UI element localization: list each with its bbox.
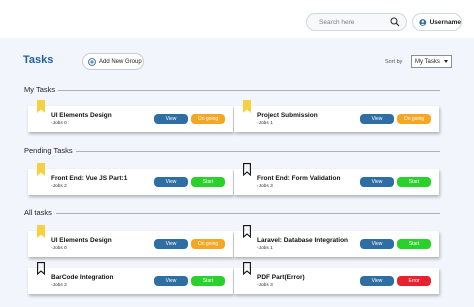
task-jobs-count: -Jobs 2 xyxy=(51,184,67,189)
task-title: UI Elements Design xyxy=(51,237,112,244)
sort-by-label: Sort by xyxy=(385,59,403,65)
section-title-my-tasks: My Tasks xyxy=(24,85,56,94)
task-card: BarCode Integration -Jobs 2 View Start xyxy=(28,262,233,294)
task-card: Laravel: Database Integration -Jobs 1 Vi… xyxy=(234,225,439,257)
task-jobs-count: -Jobs 3 xyxy=(257,184,273,189)
add-new-group-label: Add New Group xyxy=(99,58,142,65)
view-button[interactable]: View xyxy=(154,276,188,286)
user-icon xyxy=(419,18,427,26)
bookmark-filled-icon[interactable] xyxy=(37,163,45,176)
bookmark-outline-icon[interactable] xyxy=(243,225,251,238)
task-jobs-count: -Jobs 0 xyxy=(51,246,67,251)
add-new-group-button[interactable]: Add New Group xyxy=(82,53,144,70)
section-divider xyxy=(58,90,440,91)
task-jobs-count: -Jobs 1 xyxy=(257,246,273,251)
view-button[interactable]: View xyxy=(154,114,188,124)
view-button[interactable]: View xyxy=(360,114,394,124)
user-menu-button[interactable]: Username xyxy=(412,13,462,31)
task-card: UI Elements Design -Jobs 0 View On going xyxy=(28,100,233,132)
bookmark-outline-icon[interactable] xyxy=(243,163,251,176)
view-button[interactable]: View xyxy=(360,177,394,187)
task-title: PDF Part(Error) xyxy=(257,274,305,281)
task-jobs-count: -Jobs 0 xyxy=(51,121,67,126)
ongoing-status-button[interactable]: On going xyxy=(191,114,225,124)
view-button[interactable]: View xyxy=(360,239,394,249)
task-card: Front End: Vue JS Part:1 -Jobs 2 View St… xyxy=(28,163,233,195)
plus-circle-icon xyxy=(88,57,96,66)
main-content: Tasks Add New Group Sort by My Tasks My … xyxy=(0,38,474,307)
bookmark-outline-icon[interactable] xyxy=(243,262,251,275)
start-button[interactable]: Start xyxy=(397,177,431,187)
ongoing-status-button[interactable]: On going xyxy=(191,239,225,249)
section-divider xyxy=(76,151,440,152)
task-jobs-count: -Jobs 2 xyxy=(51,283,67,288)
task-card: PDF Part(Error) -Jobs 3 View Error xyxy=(234,262,439,294)
section-title-all-tasks: All tasks xyxy=(24,208,52,217)
section-title-pending-tasks: Pending Tasks xyxy=(24,146,73,155)
bookmark-filled-icon[interactable] xyxy=(37,225,45,238)
start-button[interactable]: Start xyxy=(191,276,225,286)
view-button[interactable]: View xyxy=(360,276,394,286)
bookmark-filled-icon[interactable] xyxy=(37,100,45,113)
search-box[interactable] xyxy=(306,13,407,31)
view-button[interactable]: View xyxy=(154,177,188,187)
page-title: Tasks xyxy=(23,54,54,66)
bookmark-outline-icon[interactable] xyxy=(37,262,45,275)
username-label: Username xyxy=(429,18,461,26)
chevron-down-icon xyxy=(443,60,448,63)
task-jobs-count: -Jobs 3 xyxy=(257,283,273,288)
task-title: Front End: Vue JS Part:1 xyxy=(51,175,128,182)
error-status-button[interactable]: Error xyxy=(397,276,431,286)
section-divider xyxy=(56,213,440,214)
task-jobs-count: -Jobs 1 xyxy=(257,121,273,126)
start-button[interactable]: Start xyxy=(397,239,431,249)
sort-select[interactable]: My Tasks xyxy=(411,55,452,68)
task-card: UI Elements Design -Jobs 0 View On going xyxy=(28,225,233,257)
task-card: Front End: Form Validation -Jobs 3 View … xyxy=(234,163,439,195)
top-bar: Username xyxy=(0,0,474,38)
ongoing-status-button[interactable]: On going xyxy=(397,114,431,124)
task-title: Project Submission xyxy=(257,112,318,119)
search-input[interactable] xyxy=(319,18,397,26)
task-title: BarCode Integration xyxy=(51,274,114,281)
sort-selected-value: My Tasks xyxy=(415,58,440,65)
search-icon[interactable] xyxy=(390,17,400,27)
task-card: Project Submission -Jobs 1 View On going xyxy=(234,100,439,132)
start-button[interactable]: Start xyxy=(191,177,225,187)
task-title: UI Elements Design xyxy=(51,112,112,119)
task-title: Front End: Form Validation xyxy=(257,175,341,182)
view-button[interactable]: View xyxy=(154,239,188,249)
bookmark-filled-icon[interactable] xyxy=(243,100,251,113)
task-title: Laravel: Database Integration xyxy=(257,237,349,244)
